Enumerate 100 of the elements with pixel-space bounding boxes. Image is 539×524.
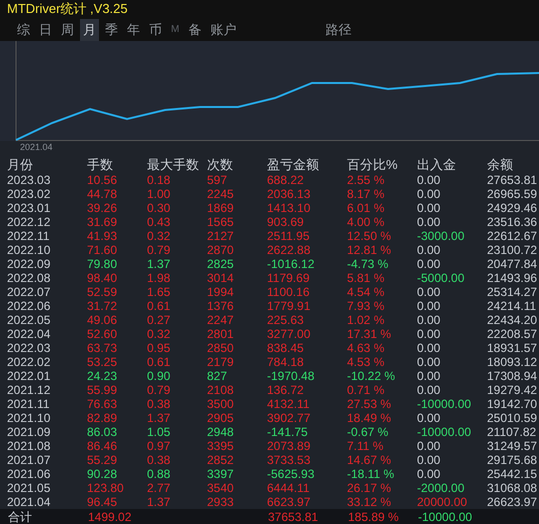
table-cell-text: 71.60 [87, 243, 118, 258]
table-cell-text: 0.95 [147, 341, 172, 356]
table-cell-text: 22612.67 [487, 229, 538, 244]
table-cell-text: 827 [207, 369, 228, 384]
table-cell-text: 1.37 [147, 411, 172, 426]
period-tab[interactable]: 币 [146, 18, 165, 41]
table-cell-text: -18.11 % [347, 467, 396, 482]
period-tab[interactable]: 综 [14, 18, 33, 41]
table-cell-text: 0.00 [417, 299, 442, 314]
total-cell-text: 37653.81 [268, 510, 320, 524]
column-header: 最大手数 [147, 157, 200, 174]
table-cell-text: 6444.11 [267, 481, 310, 496]
column-header: 出入金 [417, 157, 457, 174]
table-cell-text: -141.75 [267, 425, 309, 440]
table-cell-text: 31068.08 [487, 481, 538, 496]
table-cell-text: 2.77 [147, 481, 172, 496]
table-cell-text: 23100.72 [487, 243, 538, 258]
table-cell-text: 25314.27 [487, 285, 538, 300]
table-cell-text: 2022.05 [7, 313, 52, 328]
table-cell-text: 2933 [207, 495, 235, 510]
table-cell-text: 688.22 [267, 173, 305, 188]
table-cell-text: 31.69 [87, 215, 118, 230]
period-tab[interactable]: 周 [58, 18, 77, 41]
period-tab[interactable]: 日 [36, 18, 55, 41]
table-cell-text: 2948 [207, 425, 235, 440]
table-cell-text: 0.00 [417, 257, 442, 272]
period-tab[interactable]: 月 [80, 18, 99, 41]
table-cell-text: 44.78 [87, 187, 118, 202]
table-cell-text: 5.81 % [347, 271, 386, 286]
period-tab[interactable]: 账户 [207, 18, 240, 41]
table-cell-text: 20000.00 [417, 495, 468, 510]
table-cell-text: 1100.16 [267, 285, 310, 300]
table-cell-text: 1.05 [147, 425, 172, 440]
table-cell-text: 4.00 % [347, 215, 386, 230]
table-cell-text: 2850 [207, 341, 235, 356]
table-cell-text: 0.00 [417, 243, 442, 258]
table-cell-text: 24.23 [87, 369, 118, 384]
table-cell-text: -10000.00 [417, 425, 472, 440]
table-cell-text: 52.60 [87, 327, 118, 342]
column-header: 手数 [87, 157, 114, 174]
table-cell-text: 55.99 [87, 383, 118, 398]
table-cell-text: 0.00 [417, 201, 442, 216]
table-cell-text: 2021.04 [7, 495, 52, 510]
table-cell-text: 1.02 % [347, 313, 386, 328]
table-cell-text: 784.18 [267, 355, 305, 370]
table-cell-text: 79.80 [87, 257, 118, 272]
table-cell-text: -0.67 % [347, 425, 390, 440]
table-cell-text: 4.63 % [347, 341, 386, 356]
table-cell-text: -10.22 % [347, 369, 396, 384]
column-header: 百分比% [347, 157, 399, 174]
table-cell-text: 6623.97 [267, 495, 312, 510]
total-cell-text: 1499.02 [88, 510, 132, 524]
table-cell-text: 63.73 [87, 341, 118, 356]
table-cell-text: 98.40 [87, 271, 118, 286]
table-cell-text: 12.50 % [347, 229, 392, 244]
table-cell-text: 76.63 [87, 397, 118, 412]
table-cell-text: 4.53 % [347, 355, 386, 370]
table-cell-text: 3733.53 [267, 453, 312, 468]
table-cell-text: 2022.02 [7, 355, 52, 370]
table-cell-text: 22208.57 [487, 327, 538, 342]
table-cell-text: 18931.57 [487, 341, 538, 356]
table-cell-text: 0.00 [417, 187, 442, 202]
table-cell-text: 7.93 % [347, 299, 386, 314]
column-header: 次数 [207, 157, 234, 174]
table-cell-text: -3000.00 [417, 229, 466, 244]
table-cell-text: 0.90 [147, 369, 172, 384]
table-cell-text: 22434.20 [487, 313, 538, 328]
table-cell-text: 86.03 [87, 425, 118, 440]
table-cell-text: 2022.08 [7, 271, 52, 286]
table-cell-text: 2022.12 [7, 215, 52, 230]
table-cell-text: 0.00 [417, 453, 442, 468]
table-cell-text: 49.06 [87, 313, 118, 328]
table-cell-text: 0.00 [417, 313, 442, 328]
table-cell-text: 838.45 [267, 341, 305, 356]
table-cell-text: 1179.69 [267, 271, 310, 286]
table-cell-text: 90.28 [87, 467, 118, 482]
table-cell-text: 2021.11 [7, 397, 50, 412]
table-cell-text: 225.63 [267, 313, 305, 328]
table-cell-text: 0.00 [417, 341, 442, 356]
table-cell-text: 18.49 % [347, 411, 392, 426]
table-cell-text: 0.27 [147, 313, 172, 328]
table-cell-text: 0.00 [417, 411, 442, 426]
period-tab[interactable]: 备 [185, 18, 204, 41]
table-cell-text: 26.17 % [347, 481, 392, 496]
table-cell-text: 31.72 [87, 299, 118, 314]
table-cell-text: 1376 [207, 299, 235, 314]
table-cell-text: 1.00 [147, 187, 172, 202]
table-cell-text: 0.30 [147, 201, 172, 216]
column-header: 余额 [487, 157, 514, 174]
period-tab[interactable]: 路径 [322, 18, 354, 41]
table-cell-text: 0.00 [417, 327, 442, 342]
table-cell-text: 0.00 [417, 355, 442, 370]
period-tab[interactable]: 季 [102, 18, 121, 41]
table-cell-text: 903.69 [267, 215, 305, 230]
period-tab[interactable]: 年 [124, 18, 143, 41]
table-cell-text: 1994 [207, 285, 235, 300]
table-cell-text: 21107.82 [487, 425, 538, 440]
table-cell-text: 2247 [207, 313, 235, 328]
table-cell-text: 2127 [207, 229, 235, 244]
table-cell-text: 39.26 [87, 201, 118, 216]
